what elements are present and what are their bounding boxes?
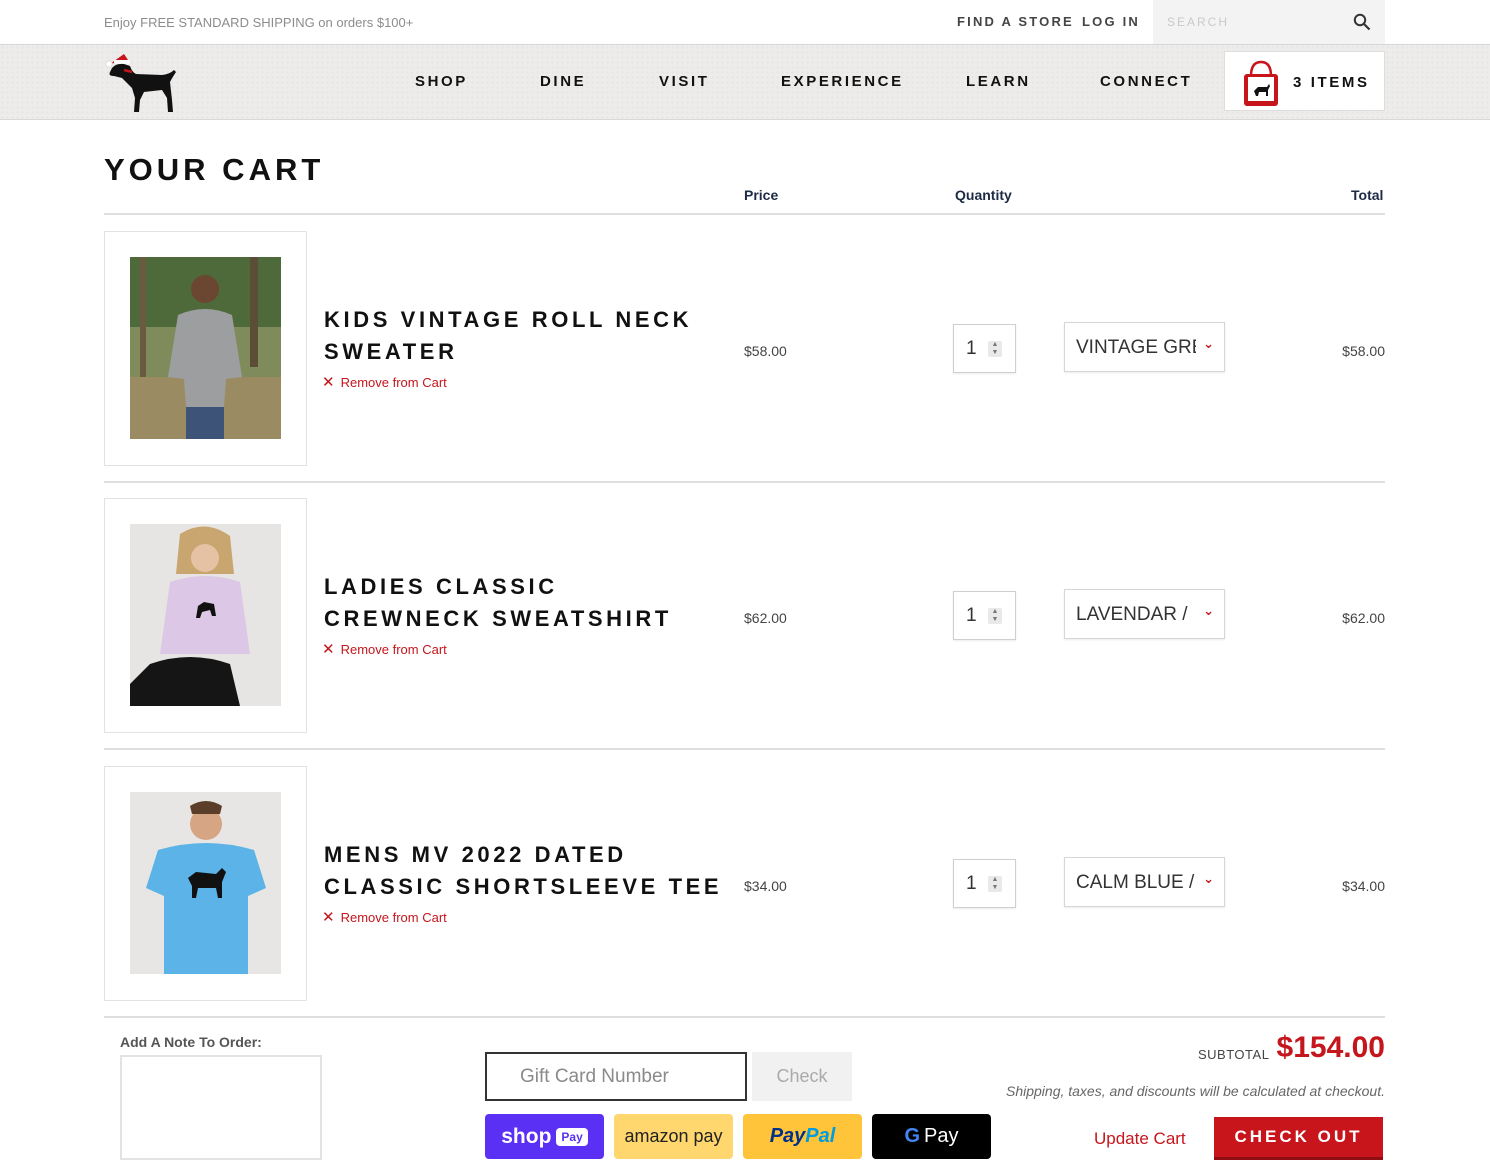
chevron-down-icon: ⌄ — [1203, 336, 1214, 351]
main-nav: SHOP DINE VISIT EXPERIENCE LEARN CONNECT… — [0, 45, 1490, 120]
quantity-column-header: Quantity — [955, 187, 1012, 203]
quantity-value: 1 — [966, 605, 977, 626]
checkout-button[interactable]: CHECK OUT — [1214, 1117, 1383, 1160]
item-total: $62.00 — [1342, 610, 1385, 626]
close-icon: ✕ — [322, 641, 335, 658]
product-name[interactable]: MENS MV 2022 DATED CLASSIC SHORTSLEEVE T… — [324, 839, 724, 903]
shopping-bag-icon — [1244, 60, 1278, 106]
update-cart-link[interactable]: Update Cart — [1094, 1129, 1186, 1149]
total-column-header: Total — [1351, 187, 1384, 203]
remove-label: Remove from Cart — [340, 374, 447, 390]
product-image-frame[interactable] — [104, 498, 307, 733]
remove-from-cart-link[interactable]: ✕ Remove from Cart — [322, 640, 447, 658]
paypal-label-pal: Pal — [805, 1125, 836, 1147]
nav-learn[interactable]: LEARN — [966, 73, 1031, 90]
cart-item-count: 3 ITEMS — [1293, 74, 1370, 91]
amazon-pay-button[interactable]: amazon pay — [614, 1114, 733, 1159]
black-dog-logo[interactable] — [102, 50, 180, 116]
paypal-label-pay: Pay — [769, 1125, 806, 1147]
product-name[interactable]: LADIES CLASSIC CREWNECK SWEATSHIRT — [324, 571, 724, 635]
search-input[interactable] — [1167, 12, 1337, 32]
item-price: $34.00 — [744, 878, 787, 894]
google-pay-button[interactable]: G Pay — [872, 1114, 991, 1159]
item-total: $34.00 — [1342, 878, 1385, 894]
divider — [104, 748, 1385, 750]
nav-visit[interactable]: VISIT — [659, 73, 710, 90]
spinner-icon[interactable]: ▲ ▼ — [988, 608, 1002, 624]
product-image-frame[interactable] — [104, 231, 307, 466]
search-icon[interactable] — [1353, 13, 1371, 31]
nav-dine[interactable]: DINE — [540, 73, 586, 90]
paypal-button[interactable]: Pay Pal — [743, 1114, 862, 1159]
find-a-store-link[interactable]: FIND A STORE — [957, 14, 1074, 29]
page-title: YOUR CART — [104, 152, 325, 187]
quantity-value: 1 — [966, 873, 977, 894]
product-image-frame[interactable] — [104, 766, 307, 1001]
divider — [104, 213, 1385, 215]
shop-pay-pill: Pay — [556, 1127, 588, 1146]
google-pay-label: Pay — [924, 1125, 959, 1147]
remove-label: Remove from Cart — [340, 909, 447, 925]
subtotal-amount: $154.00 — [1276, 1031, 1385, 1064]
shipping-note: Shipping, taxes, and discounts will be c… — [1005, 1083, 1385, 1099]
nav-experience[interactable]: EXPERIENCE — [781, 73, 904, 90]
cart-item-row: LADIES CLASSIC CREWNECK SWEATSHIRT ✕ Rem… — [104, 498, 1385, 733]
search-box — [1153, 0, 1385, 44]
price-column-header: Price — [744, 187, 779, 203]
variant-value: VINTAGE GRE — [1076, 337, 1196, 358]
check-gift-card-button[interactable]: Check — [752, 1052, 852, 1101]
divider — [104, 1016, 1385, 1018]
shipping-promo: Enjoy FREE STANDARD SHIPPING on orders $… — [104, 15, 414, 30]
remove-from-cart-link[interactable]: ✕ Remove from Cart — [322, 908, 447, 926]
remove-from-cart-link[interactable]: ✕ Remove from Cart — [322, 373, 447, 391]
log-in-link[interactable]: LOG IN — [1082, 14, 1140, 29]
chevron-down-icon: ⌄ — [1203, 871, 1214, 886]
cart-item-row: MENS MV 2022 DATED CLASSIC SHORTSLEEVE T… — [104, 766, 1385, 1001]
spinner-icon[interactable]: ▲ ▼ — [988, 341, 1002, 357]
product-image-mens-tee[interactable] — [130, 792, 281, 974]
item-total: $58.00 — [1342, 343, 1385, 359]
spinner-icon[interactable]: ▲ ▼ — [988, 876, 1002, 892]
quantity-value: 1 — [966, 338, 977, 359]
nav-connect[interactable]: CONNECT — [1100, 73, 1192, 90]
quantity-stepper[interactable]: 1 ▲ ▼ — [953, 859, 1016, 908]
note-label: Add A Note To Order: — [120, 1034, 262, 1050]
product-image-ladies-sweatshirt[interactable] — [130, 524, 281, 706]
quantity-stepper[interactable]: 1 ▲ ▼ — [953, 591, 1016, 640]
chevron-down-icon: ⌄ — [1203, 603, 1214, 618]
quantity-stepper[interactable]: 1 ▲ ▼ — [953, 324, 1016, 373]
item-price: $58.00 — [744, 343, 787, 359]
divider — [104, 481, 1385, 483]
variant-value: CALM BLUE / — [1076, 872, 1195, 893]
product-image-kids-sweater[interactable] — [130, 257, 281, 439]
variant-select[interactable]: VINTAGE GRE ⌄ — [1064, 322, 1225, 372]
order-note-textarea[interactable] — [120, 1055, 322, 1160]
amazon-pay-label: amazon pay — [624, 1126, 723, 1146]
close-icon: ✕ — [322, 909, 335, 926]
top-bar: Enjoy FREE STANDARD SHIPPING on orders $… — [0, 0, 1490, 45]
google-g-icon: G — [904, 1125, 921, 1147]
cart-button[interactable]: 3 ITEMS — [1224, 51, 1385, 111]
subtotal-label: SUBTOTAL — [1198, 1047, 1270, 1062]
remove-label: Remove from Cart — [340, 641, 447, 657]
product-name[interactable]: KIDS VINTAGE ROLL NECK SWEATER — [324, 304, 724, 368]
close-icon: ✕ — [322, 374, 335, 391]
variant-select[interactable]: CALM BLUE / ⌄ — [1064, 857, 1225, 907]
item-price: $62.00 — [744, 610, 787, 626]
shop-pay-label: shop — [501, 1124, 552, 1148]
gift-card-input[interactable] — [485, 1052, 747, 1101]
variant-select[interactable]: LAVENDAR / ⌄ — [1064, 589, 1225, 639]
variant-value: LAVENDAR / — [1076, 604, 1188, 625]
shop-pay-button[interactable]: shop Pay — [485, 1114, 604, 1159]
nav-shop[interactable]: SHOP — [415, 73, 468, 90]
cart-item-row: KIDS VINTAGE ROLL NECK SWEATER ✕ Remove … — [104, 231, 1385, 466]
